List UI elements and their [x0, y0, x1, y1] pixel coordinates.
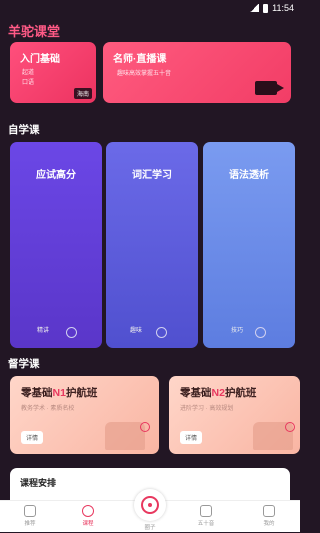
- app-title: 羊驼课堂: [8, 24, 61, 39]
- course-sub: 技巧: [231, 328, 244, 334]
- course-title: 语法透析: [229, 170, 269, 181]
- course-card-vocab[interactable]: 词汇学习 趣味: [106, 142, 198, 348]
- detail-button[interactable]: 详情: [21, 431, 44, 444]
- profile-icon: [263, 505, 275, 517]
- course-sub: 精讲: [37, 328, 50, 334]
- card-intro-basics[interactable]: 入门基础 起道 口语 海南: [10, 42, 96, 103]
- circle-icon: [141, 496, 159, 514]
- supervised-sub: 进阶学习 · 高效规划: [180, 406, 234, 412]
- tab-courses[interactable]: 课程: [63, 501, 113, 533]
- status-bar: 11:54: [0, 0, 300, 16]
- course-sub: 趣味: [130, 328, 143, 334]
- course-title: 词汇学习: [132, 170, 172, 181]
- supervised-card-n2[interactable]: 零基础N2护航班 进阶学习 · 高效规划 详情: [169, 376, 300, 454]
- supervised-title: 零基础N2护航班: [180, 387, 257, 399]
- anchor-icon: [140, 422, 150, 432]
- home-icon: [24, 505, 36, 517]
- camera-icon: [255, 81, 284, 95]
- battery-icon: [263, 3, 269, 13]
- supervised-card-n1[interactable]: 零基础N1护航班 教务学术 · 素质名校 详情: [10, 376, 159, 454]
- course-card-grammar[interactable]: 语法透析 技巧: [203, 142, 295, 348]
- clock: 11:54: [272, 3, 294, 13]
- card-live-course[interactable]: 名师·直播课 趣味高效掌握五十音: [103, 42, 291, 103]
- course-icon: [82, 505, 94, 517]
- supervised-sub: 教务学术 · 素质名校: [21, 406, 75, 412]
- section-self-study: 自学课: [8, 124, 40, 136]
- course-title: 应试高分: [36, 170, 76, 181]
- compass-icon: [255, 327, 266, 338]
- tab-recommend[interactable]: 推荐: [5, 501, 55, 533]
- ship-illustration: [105, 422, 145, 450]
- signal-icon: [250, 4, 260, 12]
- section-supervised: 督学课: [8, 358, 40, 370]
- card-title: 入门基础: [20, 54, 60, 65]
- card-subtitle: 趣味高效掌握五十音: [117, 71, 172, 77]
- card-line: 口语: [22, 80, 35, 86]
- tab-circle-label: 圈子: [144, 525, 156, 531]
- card-tag: 海南: [73, 88, 92, 99]
- compass-icon: [66, 327, 77, 338]
- card-title: 名师·直播课: [113, 54, 167, 65]
- card-line: 起道: [22, 70, 35, 76]
- detail-button[interactable]: 详情: [180, 431, 203, 444]
- tab-kana[interactable]: 五十音: [181, 501, 231, 533]
- schedule-title: 课程安排: [20, 478, 57, 488]
- anchor-icon: [285, 422, 295, 432]
- supervised-title: 零基础N1护航班: [21, 387, 98, 399]
- compass-icon: [156, 327, 167, 338]
- tab-circle-button[interactable]: [134, 489, 166, 521]
- tab-profile[interactable]: 我的: [244, 501, 294, 533]
- kana-icon: [200, 505, 212, 517]
- course-card-exam[interactable]: 应试高分 精讲: [10, 142, 102, 348]
